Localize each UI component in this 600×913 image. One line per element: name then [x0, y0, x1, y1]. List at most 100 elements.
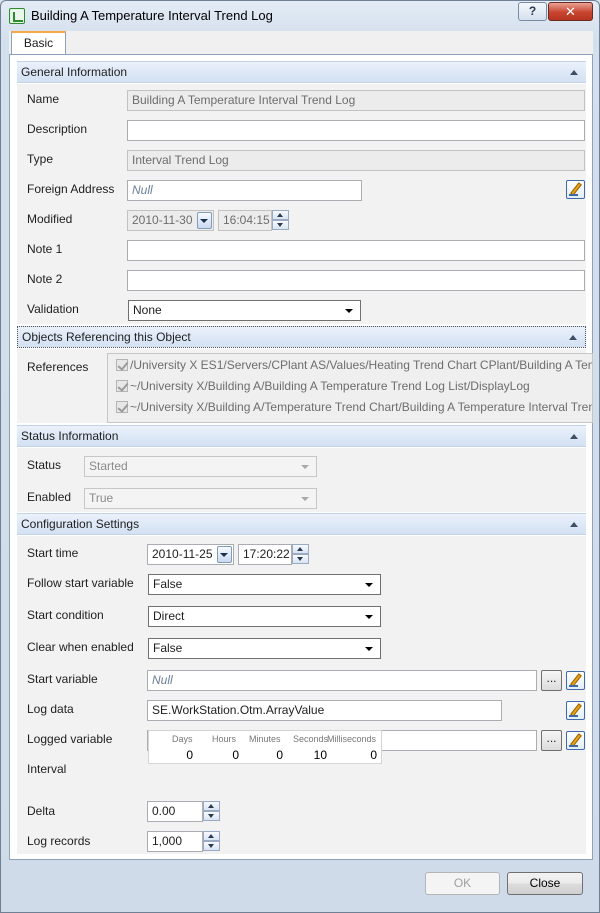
help-button[interactable]: ? — [518, 2, 547, 21]
start-date-value: 2010-11-25 — [152, 547, 213, 561]
validation-label: Validation — [27, 302, 79, 316]
collapse-icon[interactable] — [570, 522, 578, 527]
status-information-title: Status Information — [21, 429, 119, 443]
interval-milliseconds-caption: Milliseconds — [327, 734, 377, 744]
spin-down-icon — [292, 554, 309, 564]
modified-label: Modified — [27, 212, 73, 226]
status-select[interactable]: Started — [84, 456, 317, 477]
log-data-field[interactable]: SE.WorkStation.Otm.ArrayValue — [147, 700, 502, 721]
enabled-label: Enabled — [27, 490, 72, 504]
interval-label: Interval — [27, 762, 67, 776]
interval-days-value[interactable]: 0 — [169, 748, 193, 762]
logged-variable-browse-button[interactable]: ... — [541, 730, 562, 751]
references-header[interactable]: Objects Referencing this Object — [17, 326, 586, 348]
follow-start-variable-label: Follow start variable — [27, 576, 134, 590]
chevron-down-icon — [345, 309, 353, 313]
tab-basic[interactable]: Basic — [11, 31, 66, 55]
start-condition-select[interactable]: Direct — [148, 606, 381, 627]
start-condition-value: Direct — [153, 609, 185, 623]
references-section: References /University X ES1/Servers/CPl… — [17, 349, 593, 423]
chevron-down-icon — [365, 583, 373, 587]
general-information-title: General Information — [21, 65, 128, 79]
start-variable-label: Start variable — [27, 672, 98, 686]
calendar-dropdown-icon[interactable] — [217, 546, 232, 563]
title-bar[interactable]: Building A Temperature Interval Trend Lo… — [1, 1, 599, 31]
follow-start-variable-select[interactable]: False — [148, 574, 381, 595]
calendar-dropdown-icon[interactable] — [197, 212, 212, 229]
collapse-icon[interactable] — [569, 335, 577, 340]
reference-item[interactable]: /University X ES1/Servers/CPlant AS/Valu… — [116, 357, 592, 373]
collapse-icon[interactable] — [570, 434, 578, 439]
foreign-address-label: Foreign Address — [27, 182, 115, 196]
type-label: Type — [27, 152, 54, 166]
references-label: References — [27, 360, 89, 374]
status-value: Started — [89, 459, 128, 473]
interval-minutes-value[interactable]: 0 — [253, 748, 283, 762]
spin-up-icon — [272, 210, 289, 220]
start-variable-field[interactable]: Null — [147, 670, 537, 691]
status-label: Status — [27, 458, 62, 472]
logged-variable-label: Logged variable — [27, 732, 113, 746]
foreign-address-edit-icon[interactable] — [566, 180, 585, 199]
interval-milliseconds-value[interactable]: 0 — [339, 748, 377, 762]
interval-hours-value[interactable]: 0 — [213, 748, 239, 762]
start-variable-edit-icon[interactable] — [566, 671, 585, 690]
start-variable-browse-button[interactable]: ... — [541, 670, 562, 691]
delta-label: Delta — [27, 804, 56, 818]
note-1-field[interactable] — [127, 240, 585, 261]
start-time-field[interactable]: 17:20:22 — [238, 544, 292, 565]
references-title: Objects Referencing this Object — [22, 330, 191, 344]
clear-when-enabled-value: False — [153, 641, 183, 655]
start-condition-label: Start condition — [27, 608, 104, 622]
ok-button[interactable]: OK — [425, 872, 500, 895]
checkbox-icon — [116, 359, 128, 371]
enabled-value: True — [89, 491, 114, 505]
chevron-down-icon — [365, 615, 373, 619]
name-label: Name — [27, 92, 60, 106]
start-date-field[interactable]: 2010-11-25 — [147, 544, 234, 565]
modified-time-field[interactable]: 16:04:15 — [218, 210, 272, 231]
checkbox-icon — [116, 380, 128, 392]
general-information-header[interactable]: General Information — [17, 61, 586, 83]
status-information-header[interactable]: Status Information — [17, 425, 586, 447]
window-title: Building A Temperature Interval Trend Lo… — [31, 8, 273, 23]
interval-minutes-caption: Minutes — [249, 734, 281, 744]
trend-log-icon — [9, 8, 25, 24]
clear-when-enabled-select[interactable]: False — [148, 638, 381, 659]
log-records-label: Log records — [27, 834, 91, 848]
spin-down-icon — [203, 811, 220, 821]
name-field[interactable]: Building A Temperature Interval Trend Lo… — [127, 90, 585, 111]
description-field[interactable] — [127, 120, 585, 141]
delta-field[interactable]: 0.00 — [147, 801, 203, 822]
spin-up-icon — [203, 831, 220, 841]
interval-hours-caption: Hours — [212, 734, 237, 744]
validation-select[interactable]: None — [128, 300, 361, 321]
follow-start-variable-value: False — [153, 577, 183, 591]
note-2-field[interactable] — [127, 270, 585, 291]
interval-field[interactable]: Days 0 Hours 0 Minutes 0 Seconds 10 Mill… — [148, 730, 382, 764]
status-information-section: Status Started Enabled True — [17, 448, 586, 512]
clear-when-enabled-label: Clear when enabled — [27, 640, 134, 654]
chevron-down-icon — [365, 647, 373, 651]
interval-seconds-value[interactable]: 10 — [301, 748, 327, 762]
logged-variable-edit-icon[interactable] — [566, 731, 585, 750]
interval-seconds-caption: Seconds — [293, 734, 329, 744]
collapse-icon[interactable] — [570, 70, 578, 75]
description-label: Description — [27, 122, 88, 136]
references-list[interactable]: /University X ES1/Servers/CPlant AS/Valu… — [107, 353, 593, 423]
modified-date-field[interactable]: 2010-11-30 — [127, 210, 214, 231]
window-close-button[interactable]: ✕ — [548, 2, 593, 21]
enabled-select[interactable]: True — [84, 488, 317, 509]
spin-down-icon — [203, 841, 220, 851]
log-records-field[interactable]: 1,000 — [147, 831, 203, 852]
reference-item[interactable]: ~/University X/Building A/Building A Tem… — [116, 378, 530, 394]
log-data-edit-icon[interactable] — [566, 701, 585, 720]
reference-item[interactable]: ~/University X/Building A/Temperature Tr… — [116, 399, 592, 415]
note-2-label: Note 2 — [27, 272, 63, 286]
close-button[interactable]: Close — [507, 872, 583, 895]
checkbox-icon — [116, 401, 128, 413]
validation-value: None — [133, 303, 162, 317]
foreign-address-field[interactable]: Null — [127, 180, 362, 201]
configuration-settings-header[interactable]: Configuration Settings — [17, 513, 586, 535]
type-field[interactable]: Interval Trend Log — [127, 150, 585, 171]
